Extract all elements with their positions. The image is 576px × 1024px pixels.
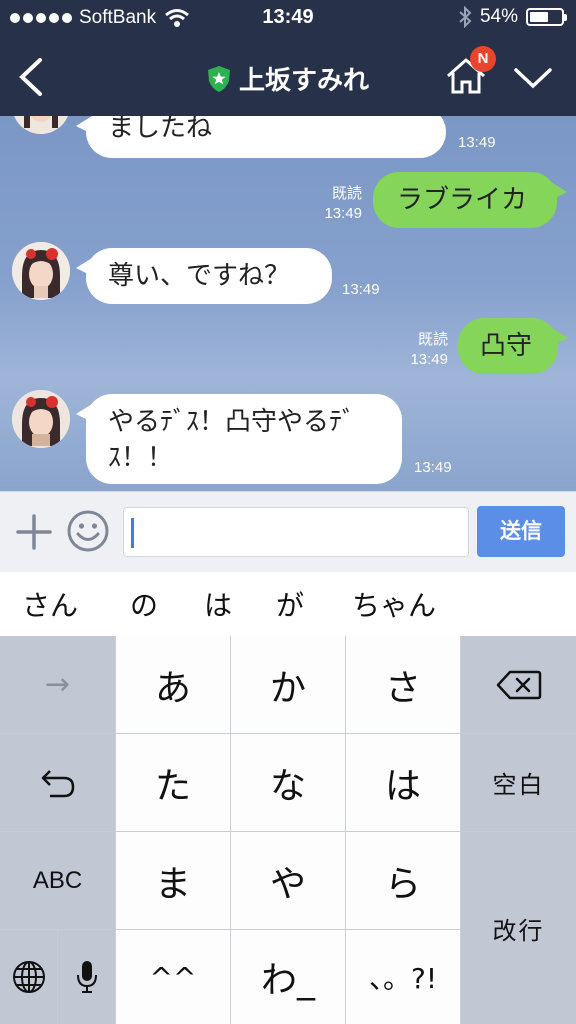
status-right: 54% xyxy=(458,6,567,28)
avatar[interactable] xyxy=(12,116,70,134)
suggestion-item[interactable]: の xyxy=(130,584,158,624)
message-text: 凸守 xyxy=(480,331,533,361)
notification-badge: N xyxy=(470,46,496,72)
avatar[interactable] xyxy=(12,390,70,448)
avatar[interactable] xyxy=(12,242,70,300)
chat-area[interactable]: ましたね 13:49 既読 13:49 ラブライカ 尊い、ですね？ 13:49 … xyxy=(0,116,576,491)
status-bar: SoftBank 13:49 54% xyxy=(0,0,576,38)
text-cursor xyxy=(131,518,134,548)
key-microphone[interactable] xyxy=(58,930,115,1024)
key-next-arrow[interactable]: → xyxy=(0,636,115,733)
key-kana[interactable]: さ xyxy=(346,636,460,733)
globe-icon xyxy=(12,961,45,993)
key-kana[interactable]: な xyxy=(231,734,345,831)
message-text: 尊い、ですね？ xyxy=(108,261,291,291)
key-kana[interactable]: た xyxy=(116,734,230,831)
key-kana[interactable]: ま xyxy=(116,832,230,929)
next-arrow-label: → xyxy=(44,667,71,702)
plus-icon[interactable] xyxy=(14,512,54,552)
key-space[interactable]: 空白 xyxy=(461,734,576,831)
key-undo[interactable] xyxy=(0,734,115,831)
message-text-line2: ｽ！！ xyxy=(108,443,174,473)
key-kana[interactable]: や xyxy=(231,832,345,929)
suggestion-item[interactable]: が xyxy=(276,584,304,624)
message-text: ラブライカ xyxy=(397,185,528,215)
key-kaomoji[interactable]: ^^ xyxy=(116,930,230,1024)
undo-icon xyxy=(41,769,74,797)
message-time: 13:49 xyxy=(342,281,380,298)
emoji-icon[interactable] xyxy=(66,509,110,553)
message-bubble-incoming[interactable]: やるﾃﾞｽ！凸守やるﾃﾞ ｽ！！ xyxy=(76,394,402,484)
suggestion-item[interactable]: さん xyxy=(22,584,78,624)
message-text-line1: やるﾃﾞｽ！凸守やるﾃﾞ xyxy=(108,407,356,437)
message-text: ましたね xyxy=(108,116,213,143)
message-time: 13:49 xyxy=(414,459,452,476)
key-globe[interactable] xyxy=(0,930,57,1024)
key-delete[interactable] xyxy=(461,636,576,733)
read-label: 既読 xyxy=(417,331,448,348)
message-input[interactable] xyxy=(123,507,469,557)
key-kana[interactable]: ら xyxy=(346,832,460,929)
key-abc[interactable]: ABC xyxy=(0,832,115,929)
message-input-bar: 送信 xyxy=(0,491,576,572)
prediction-bar: さん の は が ちゃん xyxy=(0,572,576,637)
message-read-status: 既読 13:49 xyxy=(386,330,448,370)
microphone-icon xyxy=(76,961,97,993)
avatar-image xyxy=(12,242,70,300)
message-time: 13:49 xyxy=(458,134,496,151)
message-bubble-incoming[interactable]: ましたね xyxy=(76,116,446,158)
bluetooth-icon xyxy=(459,6,472,28)
message-bubble-outgoing[interactable]: 凸守 xyxy=(458,318,568,374)
message-read-status: 既読 13:49 xyxy=(300,184,362,224)
key-kana[interactable]: か xyxy=(231,636,345,733)
battery-icon xyxy=(526,8,567,26)
key-kana[interactable]: わ_ xyxy=(231,930,345,1024)
chat-header: 上坂すみれ N xyxy=(0,38,576,116)
key-punctuation[interactable]: 、。?! xyxy=(346,930,460,1024)
avatar-image xyxy=(12,116,70,134)
key-kana[interactable]: は xyxy=(346,734,460,831)
message-time: 13:49 xyxy=(324,205,362,222)
contact-name: 上坂すみれ xyxy=(238,66,369,96)
avatar-image xyxy=(12,390,70,448)
message-bubble-incoming[interactable]: 尊い、ですね？ xyxy=(76,248,332,304)
chevron-down-icon[interactable] xyxy=(512,62,554,92)
message-time: 13:49 xyxy=(410,351,448,368)
battery-percent: 54% xyxy=(479,6,518,27)
delete-icon xyxy=(496,670,541,699)
keyboard: → あ か さ た な は 空白 ABC ま や ら 改行 ^^ わ_ 、。?! xyxy=(0,636,576,1024)
send-button[interactable]: 送信 xyxy=(477,506,565,557)
suggestion-item[interactable]: は xyxy=(204,584,232,624)
read-label: 既読 xyxy=(331,185,362,202)
message-bubble-outgoing[interactable]: ラブライカ xyxy=(373,172,567,228)
key-kana[interactable]: あ xyxy=(116,636,230,733)
key-return[interactable]: 改行 xyxy=(461,832,576,1024)
suggestion-item[interactable]: ちゃん xyxy=(352,584,436,624)
shield-star-icon xyxy=(207,65,230,92)
